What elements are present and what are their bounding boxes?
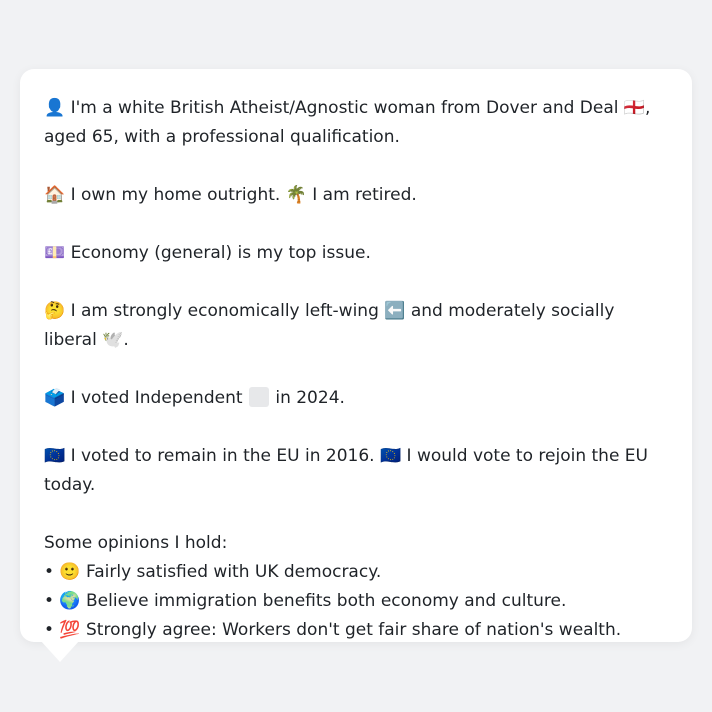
persona-message-card: 👤 I'm a white British Atheist/Agnostic w…: [20, 69, 692, 642]
opinion-item: • 🙂 Fairly satisfied with UK democracy.: [44, 562, 382, 582]
vote-2024-prefix: 🗳️ I voted Independent: [44, 388, 243, 408]
independent-party-swatch-icon: [248, 387, 269, 407]
housing-text: 🏠 I own my home outright. 🌴 I am retired…: [44, 185, 417, 205]
vote-2024-suffix: in 2024.: [275, 388, 345, 408]
vote-2024-text: 🗳️ I voted Independent in 2024.: [44, 384, 668, 413]
opinions-list: • 🙂 Fairly satisfied with UK democracy. …: [44, 558, 668, 645]
eu-text: 🇪🇺 I voted to remain in the EU in 2016. …: [44, 446, 648, 495]
speech-bubble-tail: [40, 640, 80, 662]
intro-text: 👤 I'm a white British Atheist/Agnostic w…: [44, 98, 651, 147]
opinions-title: Some opinions I hold:: [44, 533, 228, 553]
opinion-item: • 🌍 Believe immigration benefits both ec…: [44, 591, 567, 611]
politics-text: 🤔 I am strongly economically left-wing ⬅…: [44, 301, 615, 350]
top-issue-text: 💷 Economy (general) is my top issue.: [44, 243, 371, 263]
opinion-item: • 💯 Strongly agree: Workers don't get fa…: [44, 620, 622, 640]
